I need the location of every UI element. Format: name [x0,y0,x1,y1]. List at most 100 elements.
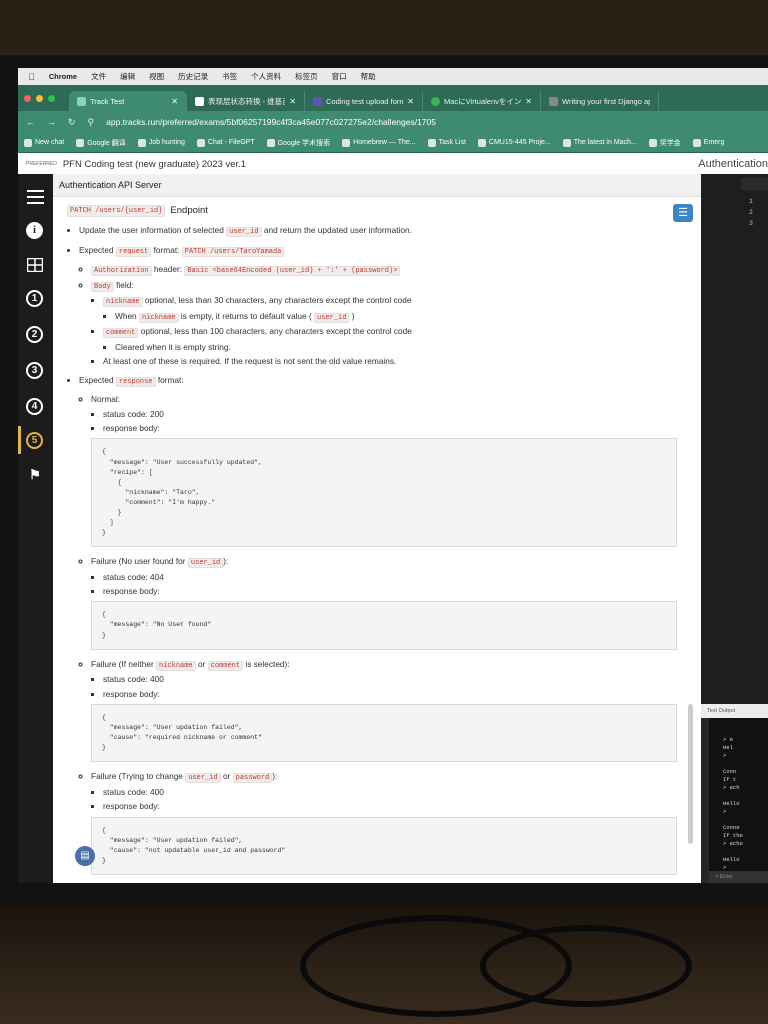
list-item: response body: [103,688,677,700]
bookmark-item[interactable]: Emerg [692,138,724,147]
tab-virtualenv[interactable]: MacにVirtualenvをインストー ✕ [423,91,541,111]
bookmark-item[interactable]: Task List [427,138,466,147]
menu-icon[interactable] [26,188,44,206]
list-item: At least one of these is required. If th… [103,355,677,367]
tab-upload-form[interactable]: Coding test upload form (202 ✕ [305,91,423,111]
list-item: status code: 200 [103,408,677,420]
code-block: { "message": "No User found" } [91,601,677,650]
bookmark-item[interactable]: Homebrew — The... [342,138,416,147]
console-input[interactable]: > Enter [709,871,768,883]
tab-close-icon[interactable]: ✕ [525,97,532,106]
bookmark-item[interactable]: Google 翻译 [76,138,126,148]
page-title: PFN Coding test (new graduate) 2023 ver.… [62,158,247,170]
bookmarks-bar: New chat Google 翻译 Job hunting Chat - Fi… [18,133,768,153]
bookmark-label: 奖学金 [659,139,681,147]
bookmark-icon [76,138,85,147]
menu-app-name[interactable]: Chrome [49,72,77,81]
menu-profile[interactable]: 个人资料 [251,71,281,82]
list-item: Expected request format: PATCH /users/Ta… [79,244,677,368]
bookmark-label: Task List [438,139,466,146]
code-block: { "message": "User updation failed", "ca… [91,703,677,763]
tab-django[interactable]: Writing your first Django app [541,91,659,111]
list-item: response body: [103,585,677,597]
console-line: If t [723,776,737,783]
chat-icon[interactable]: ▤ [75,846,95,866]
tab-title: Coding test upload form (202 [326,96,404,106]
tab-close-icon[interactable]: ✕ [171,97,178,106]
step-3[interactable]: 3 [26,362,43,379]
step-1[interactable]: 1 [26,290,43,307]
bookmark-label: Homebrew — The... [353,139,416,146]
bookmark-label: Chat - FileGPT [207,139,255,146]
list-item: Expected response format: Normal: status… [79,374,677,875]
apple-icon[interactable]:  [28,72,35,82]
bookmark-item[interactable]: CMU15-445 Proje... [477,138,551,147]
menu-help[interactable]: 帮助 [361,71,376,82]
bookmark-icon [427,138,436,147]
console-line: > e [723,736,733,743]
problem-panel: Authentication API Server ☰ PATCH /users… [53,174,701,883]
mac-menubar:  Chrome 文件 编辑 视图 历史记录 书签 个人资料 标签页 窗口 帮助 [18,68,768,85]
menu-edit[interactable]: 编辑 [120,71,135,82]
bookmark-item[interactable]: Chat - FileGPT [196,138,255,147]
list-item: When nickname is empty, it returns to de… [115,310,677,324]
folder-icon [137,138,146,147]
step-5[interactable]: 5 [26,432,43,449]
list-item: Failure (No user found for user_id): sta… [91,555,677,650]
close-window-icon[interactable] [24,94,31,102]
window-controls [24,94,55,102]
finish-flag-icon[interactable]: ⚑ [26,466,44,484]
overview-grid-icon[interactable] [26,256,44,274]
tab-favicon-icon [313,96,322,106]
bookmark-item[interactable]: Google 学术搜索 [266,138,330,148]
tab-wikipedia[interactable]: 表现层状态转换 - 维基百科, 自 ✕ [187,91,305,111]
endpoint-word: Endpoint [170,205,208,216]
bookmark-icon [562,138,571,147]
menu-file[interactable]: 文件 [91,71,106,82]
bookmark-icon [24,138,32,147]
console-line: Conn [723,768,737,775]
menu-tabs[interactable]: 标签页 [295,71,318,82]
bookmark-icon [692,138,701,147]
list-item: Normal: status code: 200 response body: … [91,393,677,547]
menu-window[interactable]: 窗口 [332,71,347,82]
panel-header: Authentication API Server [53,174,701,197]
bookmark-item[interactable]: Job hunting [137,138,185,147]
step-4[interactable]: 4 [26,398,43,415]
tab-track-test[interactable]: Track Test ✕ [69,91,187,111]
tab-close-icon[interactable]: ✕ [289,97,296,106]
step-2[interactable]: 2 [26,326,43,343]
code-editor[interactable]: 1 2 3 [701,174,768,704]
url-field[interactable]: app.tracks.run/preferred/exams/5bf062571… [106,117,768,127]
back-arrow-icon[interactable]: ← [26,117,35,127]
forward-arrow-icon[interactable]: → [47,117,56,127]
test-output-console: > e Hel > Conn If t > ech Hello > Conne … [701,718,768,883]
test-output-tab[interactable]: Test Output [701,704,768,718]
console-line: Hel [723,744,733,751]
scrollbar[interactable] [688,704,693,844]
site-header: PREFERRED PFN Coding test (new graduate)… [18,153,768,176]
console-line: > ech [723,784,740,791]
menu-view[interactable]: 视图 [149,71,164,82]
tab-favicon-icon [195,96,204,106]
menu-bookmarks[interactable]: 书签 [222,71,237,82]
minimize-window-icon[interactable] [36,94,43,102]
bookmark-label: New chat [35,139,65,146]
step-sidebar: i 1 2 3 4 5 ⚑ [18,174,53,883]
tab-close-icon[interactable]: ✕ [407,97,414,106]
bookmark-item[interactable]: 奖学金 [648,138,681,148]
console-line: > [723,752,727,759]
menu-history[interactable]: 历史记录 [178,71,208,82]
maximize-window-icon[interactable] [48,94,55,102]
tab-favicon-icon [549,96,558,106]
bookmark-item[interactable]: New chat [24,138,65,147]
bookmark-item[interactable]: The latest in Mach... [562,138,637,147]
site-info-icon[interactable]: ⚲ [88,117,95,128]
bookmark-label: CMU15-445 Proje... [488,139,551,146]
reload-icon[interactable]: ↻ [68,117,76,128]
list-item: status code: 400 [103,786,677,798]
info-icon[interactable]: i [26,222,43,239]
tab-title: Track Test [90,96,125,106]
